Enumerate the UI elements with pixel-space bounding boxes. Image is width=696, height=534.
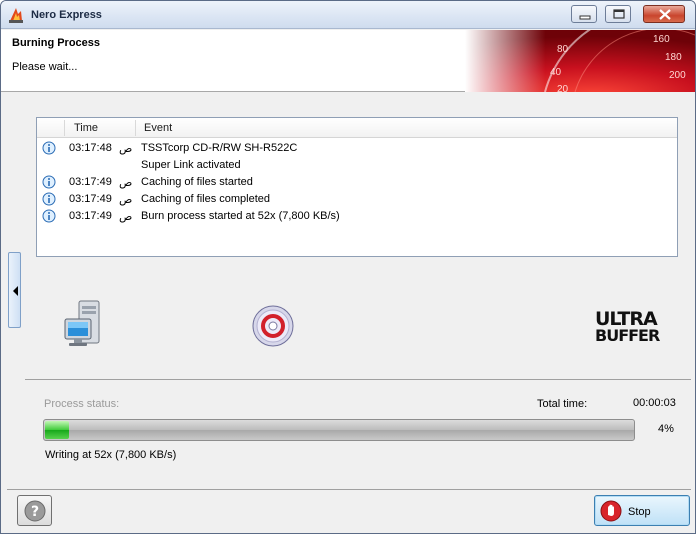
speedometer-banner: 160 180 200 80 40 20: [465, 30, 695, 92]
log-row[interactable]: 03:17:49 ص Caching of files completed: [37, 191, 677, 208]
stop-button-label: Stop: [628, 506, 651, 518]
ultrabuffer-logo: ULTRA BUFFER: [595, 308, 661, 343]
log-time-suffix: ص: [119, 211, 133, 223]
column-header-time[interactable]: Time: [74, 122, 98, 134]
log-row[interactable]: 03:17:48 ص TSSTcorp CD-R/RW SH-R522C: [37, 140, 677, 157]
log-header: Time Event: [37, 118, 677, 138]
chevron-left-icon: [13, 286, 18, 296]
log-time-suffix: ص: [119, 194, 133, 206]
close-icon: [659, 9, 671, 20]
progress-bar: [43, 419, 635, 441]
info-icon: [42, 192, 56, 206]
title-bar[interactable]: Nero Express: [1, 1, 695, 29]
page-subtitle: Please wait...: [12, 61, 78, 73]
log-event: Super Link activated: [141, 159, 241, 171]
log-event: Burn process started at 52x (7,800 KB/s): [141, 210, 340, 222]
column-header-event[interactable]: Event: [144, 122, 172, 134]
header-panel: Burning Process Please wait... 160 180: [1, 30, 695, 92]
stop-button[interactable]: Stop: [594, 495, 690, 526]
log-time-suffix: ص: [119, 177, 133, 189]
log-row[interactable]: 03:17:49 ص Burn process started at 52x (…: [37, 208, 677, 225]
maximize-icon: [613, 9, 625, 19]
logo-text-bottom: BUFFER: [595, 326, 660, 343]
log-event: Caching of files completed: [141, 193, 271, 205]
log-event: Caching of files started: [141, 176, 253, 188]
process-status-label: Process status:: [44, 398, 120, 410]
event-log[interactable]: Time Event 03:17:48 ص TSSTcorp CD-R/RW S…: [36, 117, 678, 257]
side-panel-toggle[interactable]: [8, 252, 21, 328]
log-event: TSSTcorp CD-R/RW SH-R522C: [141, 142, 298, 154]
writing-status: Writing at 52x (7,800 KB/s): [45, 449, 177, 461]
divider: [25, 379, 691, 380]
page-title: Burning Process: [12, 37, 101, 49]
close-button[interactable]: [643, 5, 685, 23]
help-icon: ?: [24, 500, 46, 522]
info-icon: [42, 209, 56, 223]
total-time-label: Total time:: [537, 398, 588, 410]
progress-percent: 4%: [658, 423, 674, 435]
info-icon: [42, 175, 56, 189]
minimize-icon: [579, 15, 591, 20]
total-time-value: 00:00:03: [633, 397, 676, 409]
log-row[interactable]: Super Link activated: [37, 157, 677, 174]
column-separator: [135, 120, 136, 136]
column-separator: [64, 120, 65, 136]
stop-icon: [600, 500, 622, 522]
nero-flame-icon: [9, 8, 23, 23]
progress-fill: [45, 421, 69, 439]
divider: [7, 489, 691, 490]
computer-icon: [64, 300, 100, 346]
help-button[interactable]: ?: [17, 495, 52, 526]
log-time-suffix: ص: [119, 143, 133, 155]
nero-express-window: Nero Express Burning Process Please wait…: [0, 0, 696, 534]
svg-text:?: ?: [31, 504, 39, 520]
maximize-button[interactable]: [605, 5, 631, 23]
disc-icon: [252, 305, 294, 347]
log-row[interactable]: 03:17:49 ص Caching of files started: [37, 174, 677, 191]
window-title: Nero Express: [31, 9, 102, 21]
info-icon: [42, 141, 56, 155]
minimize-button[interactable]: [571, 5, 597, 23]
